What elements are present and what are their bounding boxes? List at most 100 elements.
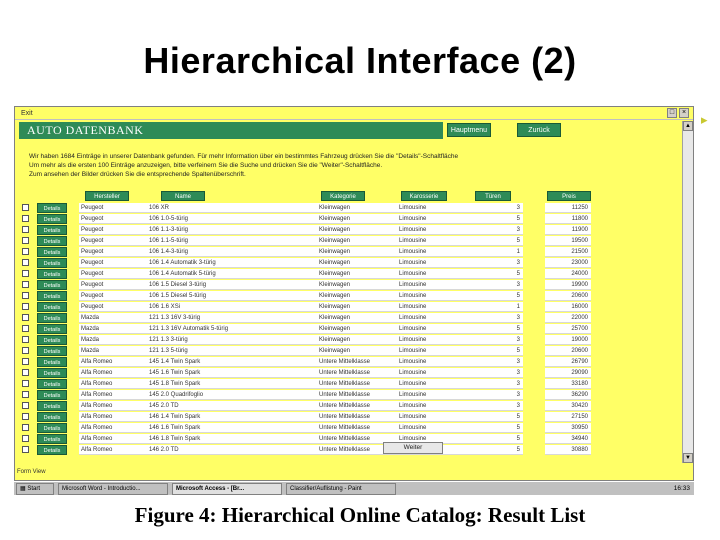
cell-maker: Alfa Romeo	[79, 445, 155, 455]
row-checkbox[interactable]	[22, 358, 29, 365]
cell-maker: Peugeot	[79, 247, 155, 257]
col-header-body[interactable]: Karosserie	[401, 191, 447, 201]
details-button[interactable]: Details	[37, 313, 67, 323]
details-button[interactable]: Details	[37, 368, 67, 378]
cell-maker: Alfa Romeo	[79, 412, 155, 422]
details-button[interactable]: Details	[37, 225, 67, 235]
table-row: Details Mazda 121 1.3 5-türig Kleinwagen Lim…	[19, 346, 687, 357]
row-checkbox[interactable]	[22, 413, 29, 420]
main-menu-button[interactable]: Hauptmenu	[447, 123, 491, 137]
col-header-price[interactable]: Preis	[547, 191, 591, 201]
details-button[interactable]: Details	[37, 214, 67, 224]
col-header-doors[interactable]: Türen	[475, 191, 511, 201]
table-row: Details Peugeot 106 1.6 XSi Kleinwagen Limou…	[19, 302, 687, 313]
info-line: Um mehr als die ersten 100 Einträge anzu…	[29, 162, 383, 169]
cell-body: Limousine	[397, 236, 473, 246]
col-header-maker[interactable]: Hersteller	[85, 191, 129, 201]
cell-name: 106 XR	[147, 203, 319, 213]
details-button[interactable]: Details	[37, 434, 67, 444]
col-header-name[interactable]: Name	[161, 191, 205, 201]
cell-doors: 5	[473, 291, 523, 301]
row-checkbox[interactable]	[22, 347, 29, 354]
menu-exit[interactable]: Exit	[21, 110, 33, 117]
cell-category: Kleinwagen	[317, 236, 397, 246]
status-text: Form View	[17, 469, 46, 475]
details-button[interactable]: Details	[37, 379, 67, 389]
cell-price: 22000	[545, 313, 591, 323]
details-button[interactable]: Details	[37, 236, 67, 246]
cell-category: Kleinwagen	[317, 247, 397, 257]
cell-maker: Peugeot	[79, 225, 155, 235]
details-button[interactable]: Details	[37, 390, 67, 400]
row-checkbox[interactable]	[22, 204, 29, 211]
vertical-scrollbar[interactable]: ▲ ▼	[682, 121, 693, 463]
row-checkbox[interactable]	[22, 336, 29, 343]
row-checkbox[interactable]	[22, 380, 29, 387]
cell-name: 145 2.0 TD	[147, 401, 319, 411]
details-button[interactable]: Details	[37, 302, 67, 312]
cell-doors: 3	[473, 401, 523, 411]
cell-category: Untere Mittelklasse	[317, 412, 397, 422]
row-checkbox[interactable]	[22, 391, 29, 398]
details-button[interactable]: Details	[37, 423, 67, 433]
row-checkbox[interactable]	[22, 402, 29, 409]
weiter-button[interactable]: Weiter	[383, 442, 443, 454]
row-checkbox[interactable]	[22, 259, 29, 266]
details-button[interactable]: Details	[37, 412, 67, 422]
cell-category: Kleinwagen	[317, 203, 397, 213]
cell-doors: 3	[473, 280, 523, 290]
row-checkbox[interactable]	[22, 303, 29, 310]
task-access[interactable]: Microsoft Access - [Br...	[172, 483, 282, 495]
cell-name: 106 1.5 Diesel 5-türig	[147, 291, 319, 301]
details-button[interactable]: Details	[37, 247, 67, 257]
details-button[interactable]: Details	[37, 346, 67, 356]
cell-doors: 3	[473, 379, 523, 389]
cell-name: 121 1.3 16V 3-türig	[147, 313, 319, 323]
row-checkbox[interactable]	[22, 237, 29, 244]
cell-category: Kleinwagen	[317, 291, 397, 301]
row-checkbox[interactable]	[22, 369, 29, 376]
cell-maker: Peugeot	[79, 214, 155, 224]
details-button[interactable]: Details	[37, 335, 67, 345]
details-button[interactable]: Details	[37, 280, 67, 290]
table-row: Details Alfa Romeo 146 1.8 Twin Spark Unter…	[19, 434, 687, 445]
row-checkbox[interactable]	[22, 424, 29, 431]
details-button[interactable]: Details	[37, 203, 67, 213]
task-paint[interactable]: Classifier/Auflistung - Paint	[286, 483, 396, 495]
row-checkbox[interactable]	[22, 248, 29, 255]
details-button[interactable]: Details	[37, 258, 67, 268]
close-icon[interactable]: ×	[679, 108, 689, 118]
cell-price: 11250	[545, 203, 591, 213]
scroll-up-icon[interactable]: ▲	[683, 121, 693, 131]
col-header-category[interactable]: Kategorie	[321, 191, 365, 201]
task-word[interactable]: Microsoft Word - Introductio...	[58, 483, 168, 495]
details-button[interactable]: Details	[37, 269, 67, 279]
cell-name: 145 1.4 Twin Spark	[147, 357, 319, 367]
row-checkbox[interactable]	[22, 226, 29, 233]
row-checkbox[interactable]	[22, 314, 29, 321]
row-checkbox[interactable]	[22, 215, 29, 222]
row-checkbox[interactable]	[22, 281, 29, 288]
details-button[interactable]: Details	[37, 324, 67, 334]
table-row: Details Mazda 121 1.3 16V Automatik 5-türi…	[19, 324, 687, 335]
windows-icon: ▦	[20, 486, 26, 492]
details-button[interactable]: Details	[37, 291, 67, 301]
restore-icon[interactable]: □	[667, 108, 677, 118]
row-checkbox[interactable]	[22, 435, 29, 442]
row-checkbox[interactable]	[22, 325, 29, 332]
back-button[interactable]: Zurück	[517, 123, 561, 137]
row-checkbox[interactable]	[22, 270, 29, 277]
cell-doors: 5	[473, 324, 523, 334]
table-row: Details Alfa Romeo 145 2.0 Quadrifoglio Unt…	[19, 390, 687, 401]
table-row: Details Peugeot 106 XR Kleinwagen Limousine 3…	[19, 203, 687, 214]
details-button[interactable]: Details	[37, 401, 67, 411]
cell-doors: 5	[473, 434, 523, 444]
start-button[interactable]: ▦ Start	[16, 483, 54, 495]
details-button[interactable]: Details	[37, 445, 67, 455]
table-row: Details Peugeot 106 1.4 Automatik 3-türig K…	[19, 258, 687, 269]
row-checkbox[interactable]	[22, 446, 29, 453]
scroll-down-icon[interactable]: ▼	[683, 453, 693, 463]
cell-name: 121 1.3 16V Automatik 5-türig	[147, 324, 319, 334]
row-checkbox[interactable]	[22, 292, 29, 299]
details-button[interactable]: Details	[37, 357, 67, 367]
